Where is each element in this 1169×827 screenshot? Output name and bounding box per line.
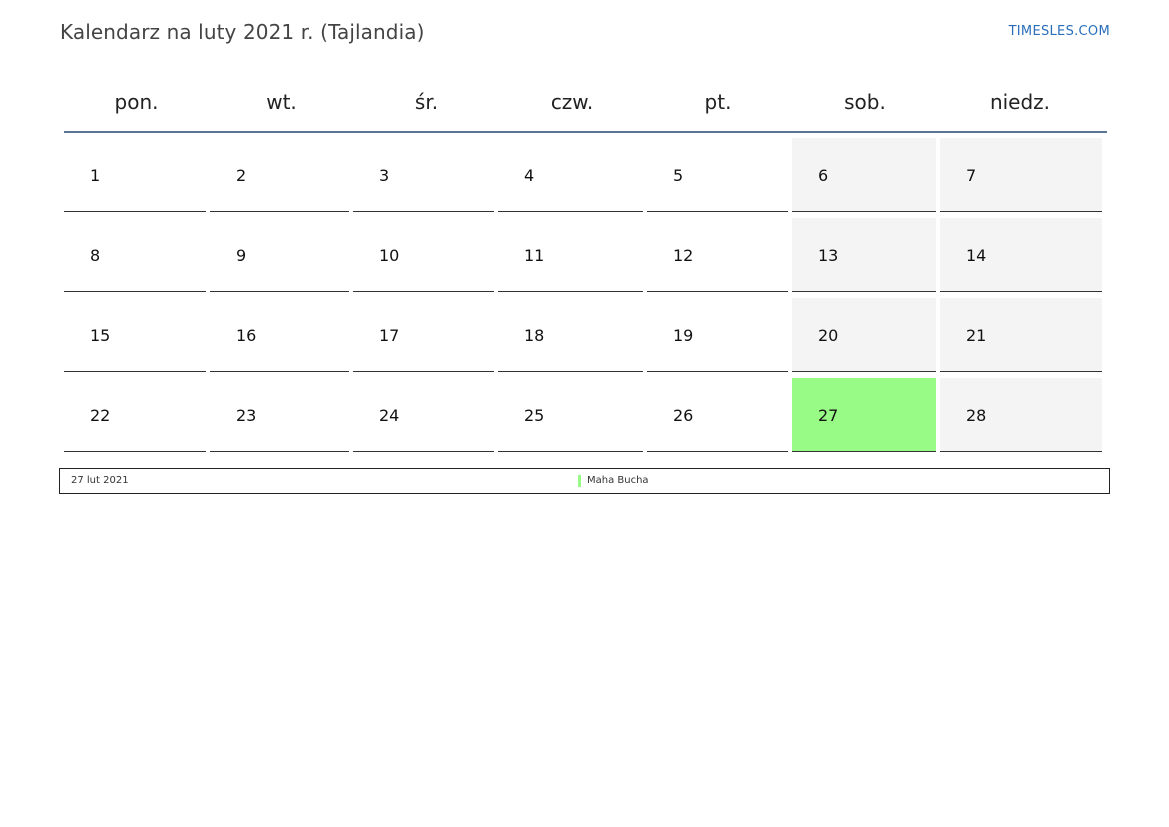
day-cell: 14 <box>940 218 1102 292</box>
day-number: 24 <box>379 406 400 425</box>
day-cell: 7 <box>940 138 1102 212</box>
day-number: 9 <box>236 246 247 265</box>
day-number: 25 <box>524 406 545 425</box>
day-number: 12 <box>673 246 694 265</box>
day-cell: 9 <box>210 218 349 292</box>
day-cell: 23 <box>210 378 349 452</box>
holiday-color-marker <box>578 475 581 487</box>
page-title: Kalendarz na luty 2021 r. (Tajlandia) <box>60 20 425 44</box>
day-number: 20 <box>818 326 839 345</box>
day-cell: 3 <box>353 138 494 212</box>
day-cell: 19 <box>647 298 788 372</box>
weekday-thu: czw. <box>550 89 594 114</box>
day-number: 4 <box>524 166 535 185</box>
day-number: 8 <box>90 246 101 265</box>
day-number: 22 <box>90 406 111 425</box>
day-number: 13 <box>818 246 839 265</box>
day-cell: 18 <box>498 298 643 372</box>
day-cell: 5 <box>647 138 788 212</box>
weekday-sat: sob. <box>844 89 886 114</box>
day-cell: 16 <box>210 298 349 372</box>
day-number: 18 <box>524 326 545 345</box>
week-row: 1 2 3 4 5 6 7 <box>64 138 1107 213</box>
day-cell: 26 <box>647 378 788 452</box>
day-cell: 12 <box>647 218 788 292</box>
day-cell-holiday: 27 <box>792 378 936 452</box>
day-cell: 25 <box>498 378 643 452</box>
day-number: 14 <box>966 246 987 265</box>
day-cell: 4 <box>498 138 643 212</box>
day-number: 6 <box>818 166 829 185</box>
day-cell: 15 <box>64 298 206 372</box>
day-number: 28 <box>966 406 987 425</box>
day-cell: 21 <box>940 298 1102 372</box>
legend-date: 27 lut 2021 <box>71 475 129 486</box>
day-cell: 17 <box>353 298 494 372</box>
day-number: 17 <box>379 326 400 345</box>
day-number: 27 <box>818 406 839 425</box>
day-number: 10 <box>379 246 400 265</box>
holiday-legend: 27 lut 2021 Maha Bucha <box>59 468 1110 494</box>
week-row: 8 9 10 11 12 13 14 <box>64 218 1107 293</box>
day-cell: 28 <box>940 378 1102 452</box>
day-number: 15 <box>90 326 111 345</box>
day-cell: 8 <box>64 218 206 292</box>
day-cell: 22 <box>64 378 206 452</box>
day-number: 5 <box>673 166 684 185</box>
day-number: 3 <box>379 166 390 185</box>
day-cell: 6 <box>792 138 936 212</box>
week-row: 15 16 17 18 19 20 21 <box>64 298 1107 373</box>
day-cell: 13 <box>792 218 936 292</box>
weekday-tue: wt. <box>266 89 297 114</box>
day-cell: 24 <box>353 378 494 452</box>
weekday-header: pon. wt. śr. czw. pt. sob. niedz. <box>64 72 1107 133</box>
day-number: 19 <box>673 326 694 345</box>
day-cell: 20 <box>792 298 936 372</box>
weekday-sun: niedz. <box>989 89 1051 114</box>
day-number: 21 <box>966 326 987 345</box>
day-number: 1 <box>90 166 101 185</box>
day-number: 11 <box>524 246 545 265</box>
day-cell: 11 <box>498 218 643 292</box>
week-row: 22 23 24 25 26 27 28 <box>64 378 1107 453</box>
site-link[interactable]: TIMESLES.COM <box>1009 24 1110 39</box>
day-cell: 10 <box>353 218 494 292</box>
day-number: 2 <box>236 166 247 185</box>
weekday-mon: pon. <box>114 89 159 114</box>
day-cell: 2 <box>210 138 349 212</box>
day-number: 23 <box>236 406 257 425</box>
day-number: 26 <box>673 406 694 425</box>
day-number: 16 <box>236 326 257 345</box>
weekday-wed: śr. <box>414 89 439 114</box>
calendar-grid: 1 2 3 4 5 6 7 8 9 10 11 12 13 14 15 16 17 18 19 20 21 22 23 24 2… <box>62 138 1107 453</box>
legend-holiday-name: Maha Bucha <box>587 475 649 486</box>
weekday-fri: pt. <box>704 89 732 114</box>
day-cell: 1 <box>64 138 206 212</box>
calendar: pon. wt. śr. czw. pt. sob. niedz. 123456… <box>62 72 1107 458</box>
day-number: 7 <box>966 166 977 185</box>
